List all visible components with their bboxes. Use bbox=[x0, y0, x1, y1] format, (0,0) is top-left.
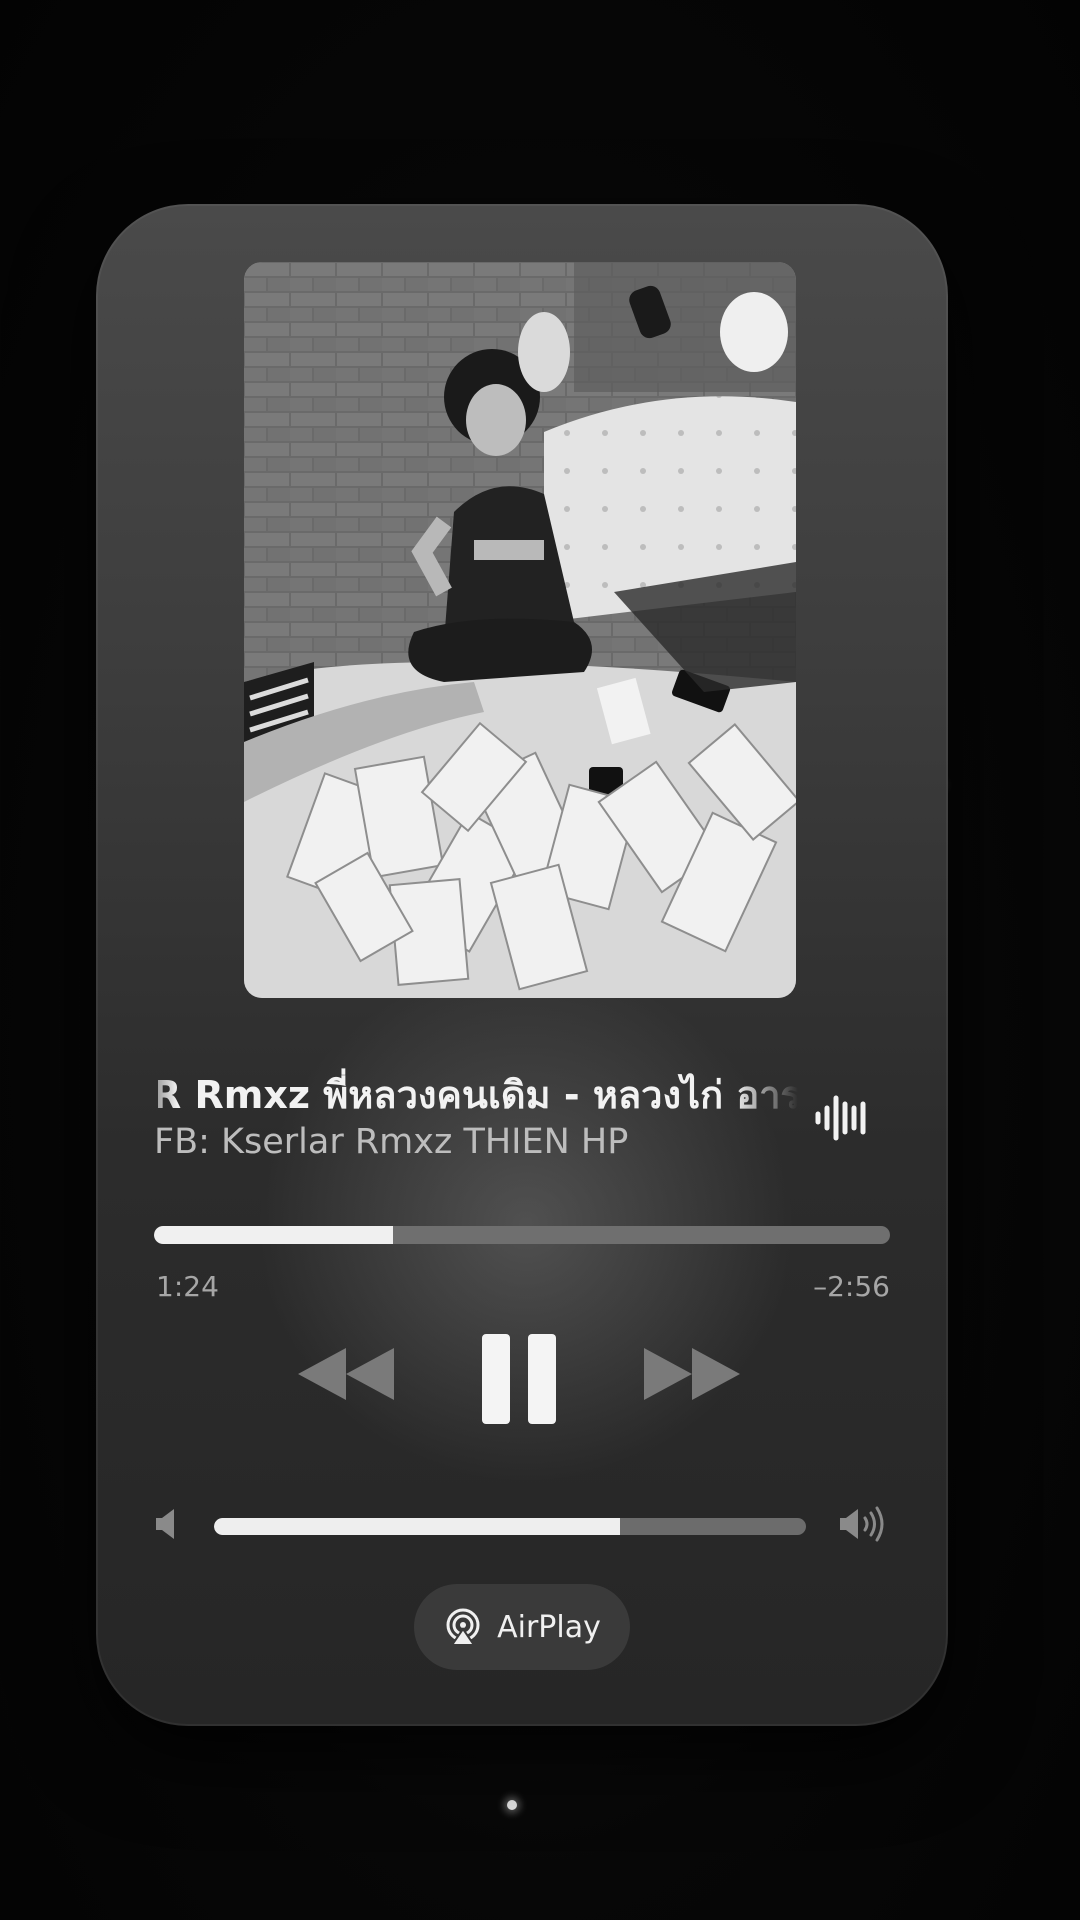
remaining-time: –2:56 bbox=[813, 1270, 890, 1303]
rewind-button[interactable] bbox=[296, 1344, 396, 1404]
waveform-icon bbox=[815, 1095, 866, 1141]
elapsed-time: 1:24 bbox=[156, 1270, 219, 1303]
album-artwork[interactable] bbox=[244, 262, 796, 998]
sparkle bbox=[507, 1800, 517, 1810]
pause-icon bbox=[482, 1334, 556, 1424]
airplay-label: AirPlay bbox=[497, 1609, 601, 1645]
playback-progress bbox=[154, 1226, 394, 1244]
airplay-icon bbox=[446, 1608, 480, 1646]
speaker-low-icon bbox=[156, 1509, 174, 1539]
fast-forward-button[interactable] bbox=[642, 1344, 742, 1404]
volume-slider[interactable] bbox=[214, 1518, 806, 1535]
track-artist[interactable]: FB: Kserlar Rmxz THIEN HP bbox=[154, 1122, 794, 1174]
rewind-icon bbox=[298, 1348, 346, 1400]
track-title: R Rmxz พี่หลวงคนเดิม - หลวงไก่ อาร bbox=[158, 1073, 798, 1117]
volume-level bbox=[214, 1518, 620, 1535]
pause-button[interactable] bbox=[478, 1332, 560, 1426]
now-playing-card: R Rmxz พี่หลวงคนเดิม - หลวงไก่ อาร FB: K… bbox=[96, 204, 948, 1726]
screen: R Rmxz พี่หลวงคนเดิม - หลวงไก่ อาร FB: K… bbox=[0, 0, 1080, 1920]
album-artwork-image bbox=[244, 262, 796, 998]
fast-forward-icon bbox=[644, 1348, 692, 1400]
airplay-button[interactable]: AirPlay bbox=[414, 1584, 630, 1670]
playback-scrubber[interactable] bbox=[154, 1226, 890, 1244]
speaker-high-icon bbox=[840, 1506, 884, 1542]
